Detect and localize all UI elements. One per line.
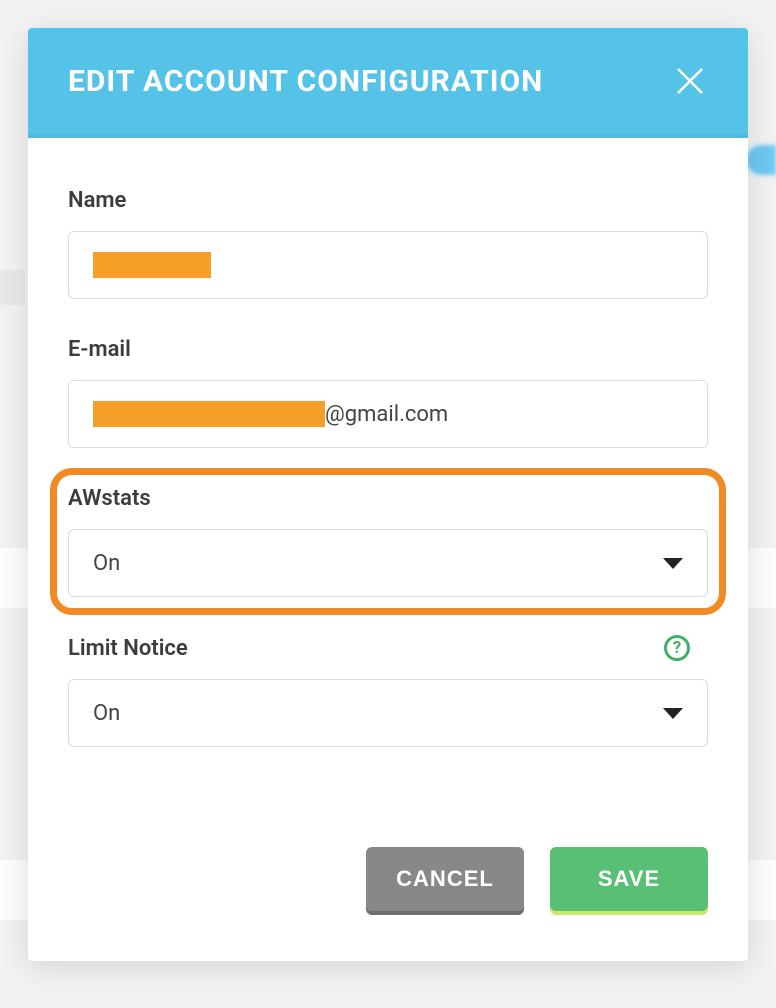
awstats-group: AWstats On bbox=[68, 486, 708, 597]
email-input[interactable]: @gmail.com bbox=[68, 380, 708, 448]
modal-header: EDIT ACCOUNT CONFIGURATION bbox=[28, 28, 748, 138]
name-input[interactable] bbox=[68, 231, 708, 299]
name-label: Name bbox=[68, 188, 708, 213]
modal-body: Name E-mail @gmail.com AWstats On Limit … bbox=[28, 138, 748, 847]
awstats-label: AWstats bbox=[68, 486, 708, 511]
background-decor bbox=[746, 145, 776, 175]
limit-notice-select[interactable]: On bbox=[68, 679, 708, 747]
background-decor bbox=[0, 270, 25, 305]
chevron-down-icon bbox=[663, 558, 683, 569]
modal-title: EDIT ACCOUNT CONFIGURATION bbox=[68, 64, 543, 99]
modal-footer: CANCEL SAVE bbox=[28, 847, 748, 961]
email-group: E-mail @gmail.com bbox=[68, 337, 708, 448]
redacted-name-value bbox=[93, 252, 211, 278]
close-icon bbox=[675, 66, 705, 96]
cancel-button[interactable]: CANCEL bbox=[366, 847, 524, 911]
chevron-down-icon bbox=[663, 708, 683, 719]
awstats-select[interactable]: On bbox=[68, 529, 708, 597]
awstats-value: On bbox=[93, 551, 120, 576]
close-button[interactable] bbox=[672, 63, 708, 99]
email-suffix: @gmail.com bbox=[325, 402, 448, 427]
limit-notice-label: Limit Notice bbox=[68, 636, 188, 661]
help-icon[interactable]: ? bbox=[664, 635, 690, 661]
edit-account-modal: EDIT ACCOUNT CONFIGURATION Name E-mail @… bbox=[28, 28, 748, 961]
limit-notice-value: On bbox=[93, 701, 120, 726]
redacted-email-value bbox=[93, 401, 325, 427]
email-label: E-mail bbox=[68, 337, 708, 362]
limit-notice-group: Limit Notice ? On bbox=[68, 635, 708, 747]
name-group: Name bbox=[68, 188, 708, 299]
save-button[interactable]: SAVE bbox=[550, 847, 708, 911]
